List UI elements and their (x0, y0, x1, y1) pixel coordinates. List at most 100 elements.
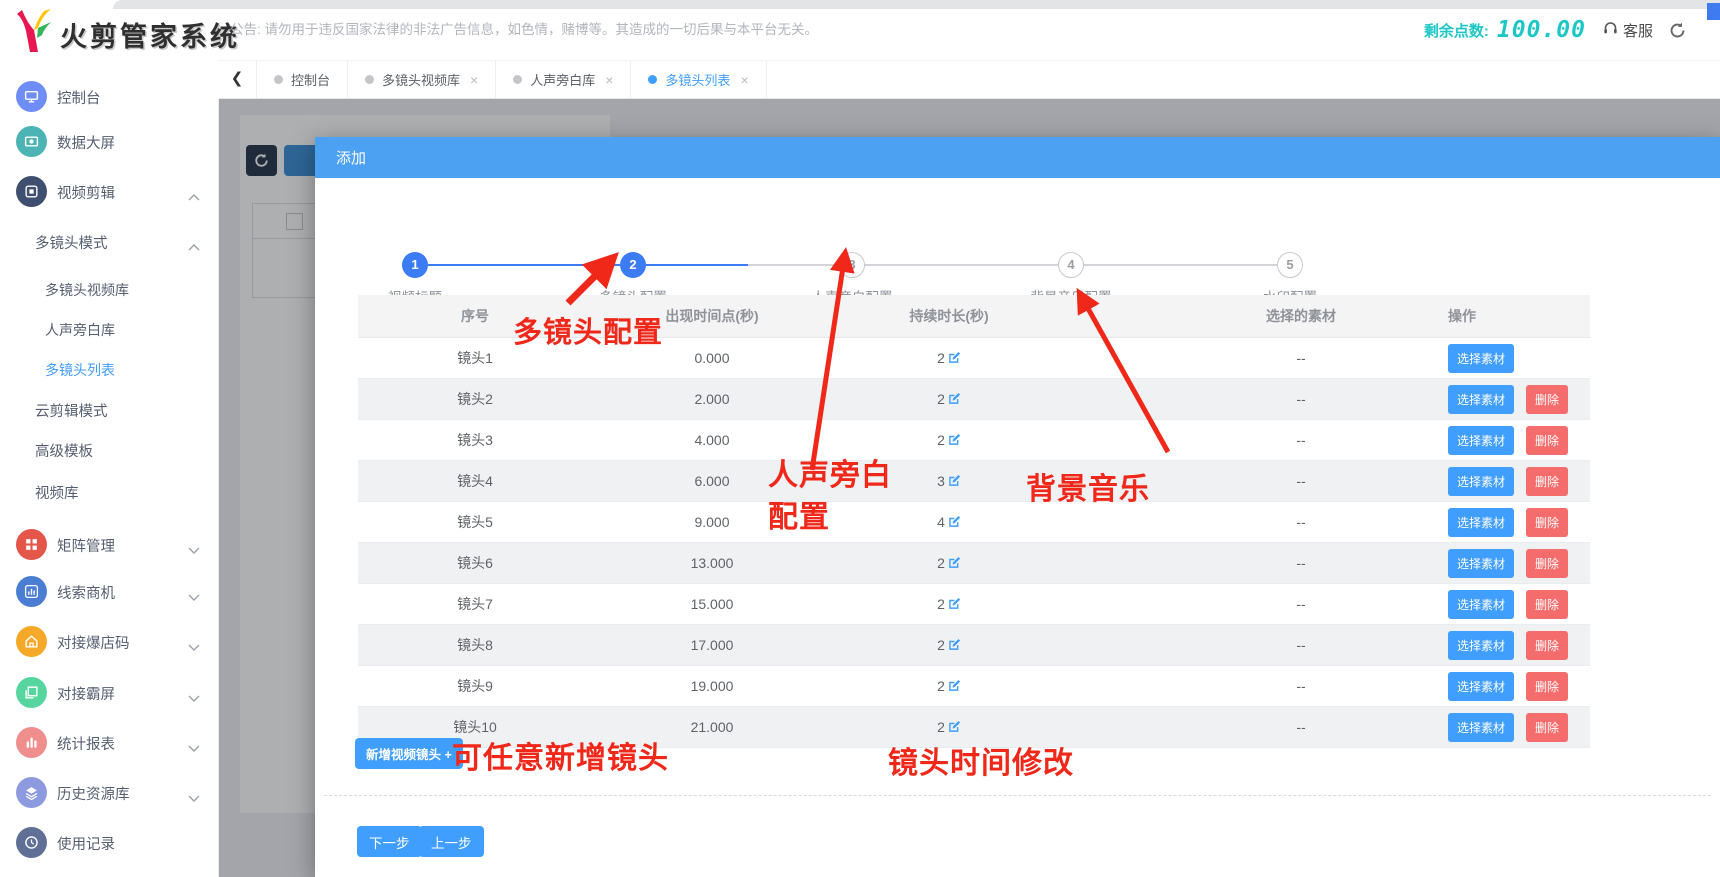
delete-button[interactable]: 删除 (1526, 426, 1568, 455)
annotation-time-edit: 镜头时间修改 (888, 738, 1074, 782)
select-material-button[interactable]: 选择素材 (1448, 508, 1514, 537)
browser-strip (113, 0, 1720, 9)
chevron-down-icon (188, 739, 200, 757)
edit-duration-icon[interactable] (947, 433, 961, 447)
edit-duration-icon[interactable] (947, 720, 961, 734)
app-header: 火剪管家系统 公告: 请勿用于违反国家法律的非法广告信息，如色情，赌博等。其造成… (0, 0, 1720, 60)
tab-多镜头列表[interactable]: 多镜头列表× (631, 61, 766, 98)
sidebar-item-usage-record[interactable]: 使用记录 (0, 826, 218, 860)
edit-duration-icon[interactable] (947, 597, 961, 611)
cell-material: -- (1066, 543, 1446, 584)
select-material-button[interactable]: 选择素材 (1448, 549, 1514, 578)
edit-duration-icon[interactable] (947, 679, 961, 693)
cell-time: 17.000 (592, 625, 832, 666)
sidebar-item-multi-shot-mode[interactable]: 多镜头模式 (0, 225, 218, 259)
delete-button[interactable]: 删除 (1526, 467, 1568, 496)
step-1-circle: 1 (402, 252, 428, 278)
delete-button[interactable]: 删除 (1526, 549, 1568, 578)
sidebar-item-video-lib[interactable]: 视频库 (0, 475, 218, 509)
data-screen-icon (16, 126, 47, 157)
divider (324, 795, 1711, 796)
cell-material: -- (1066, 584, 1446, 625)
cell-time: 19.000 (592, 666, 832, 707)
sidebar-item-history-resources[interactable]: 历史资源库 (0, 776, 218, 810)
delete-button[interactable]: 删除 (1526, 385, 1568, 414)
step-4-circle: 4 (1058, 252, 1084, 278)
cell-seq: 镜头9 (358, 666, 592, 707)
edit-duration-icon[interactable] (947, 556, 961, 570)
chevron-up-icon (188, 238, 200, 256)
annotation-multi-shot: 多镜头配置 (513, 309, 663, 351)
sidebar-item-voice-over-lib[interactable]: 人声旁白库 (0, 313, 218, 347)
sidebar-item-stats-report[interactable]: 统计报表 (0, 726, 218, 760)
sidebar-item-label: 历史资源库 (57, 783, 130, 804)
sidebar-item-label: 统计报表 (57, 733, 115, 754)
edit-duration-icon[interactable] (947, 474, 961, 488)
sidebar-item-data-screen[interactable]: 数据大屏 (0, 125, 218, 159)
cell-material: -- (1066, 379, 1446, 420)
delete-button[interactable]: 删除 (1526, 672, 1568, 701)
cell-material: -- (1066, 707, 1446, 748)
tab-close-icon[interactable]: × (605, 72, 613, 88)
sidebar-item-screen-domination[interactable]: 对接霸屏 (0, 676, 218, 710)
video-edit-icon (16, 176, 47, 207)
tab-多镜头视频库[interactable]: 多镜头视频库 × (348, 61, 496, 98)
sidebar-item-label: 人声旁白库 (45, 320, 115, 340)
edit-duration-icon[interactable] (947, 638, 961, 652)
select-material-button[interactable]: 选择素材 (1448, 590, 1514, 619)
step-connector (748, 264, 839, 266)
sidebar-item-shop-code[interactable]: 对接爆店码 (0, 625, 218, 659)
refresh-icon[interactable] (1669, 22, 1686, 39)
sidebar-item-multi-shot-list[interactable]: 多镜头列表 (0, 353, 218, 387)
cell-material: -- (1066, 338, 1446, 379)
sidebar-item-leads[interactable]: 线索商机 (0, 575, 218, 609)
delete-button[interactable]: 删除 (1526, 590, 1568, 619)
tab-人声旁白库[interactable]: 人声旁白库× (496, 61, 631, 98)
tabs-back-chevron-icon[interactable]: ❮ (218, 61, 257, 98)
sidebar-item-matrix-mgmt[interactable]: 矩阵管理 (0, 528, 218, 562)
delete-button[interactable]: 删除 (1526, 713, 1568, 742)
step-connector (1084, 264, 1277, 266)
sidebar-item-console[interactable]: 控制台 (0, 80, 218, 114)
cell-duration: 2 (832, 625, 1066, 666)
delete-button[interactable]: 删除 (1526, 508, 1568, 537)
sidebar-item-advanced-template[interactable]: 高级模板 (0, 433, 218, 467)
cell-actions: 选择素材删除 (1446, 625, 1590, 666)
tab-close-icon[interactable]: × (740, 72, 748, 88)
edit-duration-icon[interactable] (947, 392, 961, 406)
add-shot-button[interactable]: 新增视频镜头 + (355, 738, 463, 769)
select-material-button[interactable]: 选择素材 (1448, 631, 1514, 660)
tab-dot-icon (274, 75, 283, 84)
cell-seq: 镜头3 (358, 420, 592, 461)
sidebar-item-video-edit[interactable]: 视频剪辑 (0, 175, 218, 209)
points-value: 100.00 (1497, 17, 1586, 43)
delete-button[interactable]: 删除 (1526, 631, 1568, 660)
sidebar-item-cloud-edit-mode[interactable]: 云剪辑模式 (0, 393, 218, 427)
cell-seq: 镜头5 (358, 502, 592, 543)
select-material-button[interactable]: 选择素材 (1448, 426, 1514, 455)
sidebar-item-multi-shot-video-lib[interactable]: 多镜头视频库 (0, 273, 218, 307)
tab-控制台[interactable]: 控制台 (257, 61, 348, 98)
table-row: 镜头22.0002--选择素材删除 (358, 379, 1590, 420)
step-connector (646, 264, 748, 266)
tab-close-icon[interactable]: × (470, 72, 478, 88)
prev-step-button[interactable]: 上一步 (419, 826, 484, 857)
step-5-circle: 5 (1277, 252, 1303, 278)
edit-duration-icon[interactable] (947, 515, 961, 529)
annotation-voice-line1: 人声旁白 (768, 450, 892, 494)
sidebar-item-label: 数据大屏 (57, 132, 115, 153)
select-material-button[interactable]: 选择素材 (1448, 713, 1514, 742)
select-material-button[interactable]: 选择素材 (1448, 344, 1514, 373)
tab-label: 多镜头视频库 (382, 70, 460, 89)
cell-actions: 选择素材删除 (1446, 666, 1590, 707)
select-material-button[interactable]: 选择素材 (1448, 467, 1514, 496)
next-step-button[interactable]: 下一步 (357, 826, 422, 857)
console-icon (16, 81, 47, 112)
cell-time: 15.000 (592, 584, 832, 625)
logo-y-icon (14, 7, 58, 60)
select-material-button[interactable]: 选择素材 (1448, 672, 1514, 701)
edit-duration-icon[interactable] (947, 351, 961, 365)
sidebar-item-label: 云剪辑模式 (35, 400, 108, 421)
select-material-button[interactable]: 选择素材 (1448, 385, 1514, 414)
customer-service-button[interactable]: 客服 (1602, 20, 1653, 41)
